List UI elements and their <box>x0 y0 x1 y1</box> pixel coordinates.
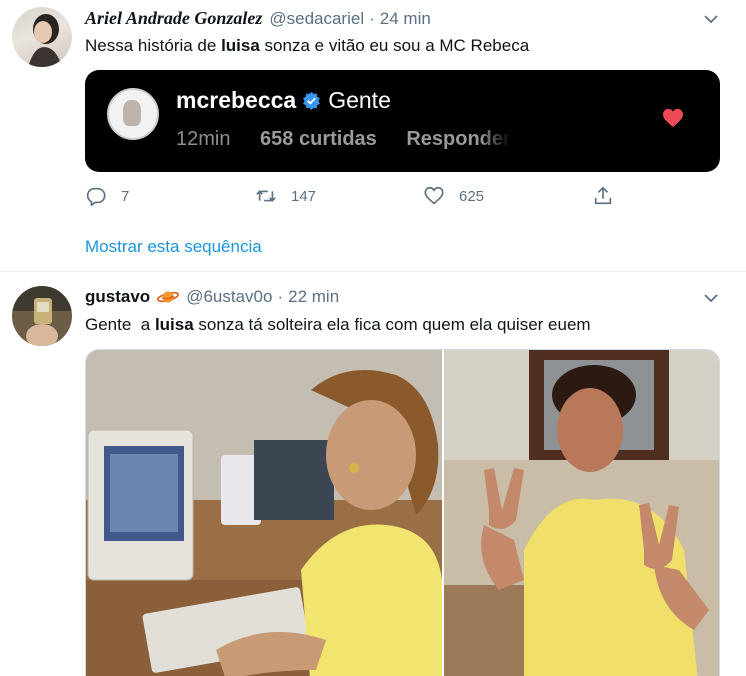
tweet-ariel[interactable]: Ariel Andrade Gonzalez @sedacariel · 24 … <box>0 0 746 272</box>
comment-username: mcrebecca <box>176 87 297 113</box>
comment-reply: Responder <box>406 128 511 150</box>
avatar[interactable] <box>12 7 72 67</box>
comment-time: 12min <box>176 128 231 150</box>
media-photo-left[interactable] <box>86 350 442 676</box>
handle[interactable]: @sedacariel <box>269 9 364 29</box>
share-button[interactable] <box>592 185 628 207</box>
search-highlight: luisa <box>221 36 260 55</box>
comment-likes: 658 curtidas <box>260 128 377 150</box>
chevron-down-icon[interactable] <box>702 289 720 307</box>
avatar[interactable] <box>12 286 72 346</box>
like-button[interactable]: 625 <box>423 185 484 207</box>
retweet-icon <box>256 190 276 202</box>
tweet-text: Nessa história de luisa sonza e vitão eu… <box>85 36 529 56</box>
like-count: 625 <box>459 187 485 205</box>
tweet-text-part: sonza tá solteira ela fica com quem ela … <box>193 315 591 334</box>
timestamp[interactable]: 24 min <box>380 9 431 29</box>
retweet-count: 147 <box>291 187 317 205</box>
comment-text: Gente <box>328 87 391 113</box>
display-name[interactable]: gustavo <box>85 287 150 307</box>
timestamp[interactable]: 22 min <box>288 287 339 307</box>
search-highlight: luisa <box>154 315 194 334</box>
reply-count: 7 <box>121 187 130 205</box>
retweet-button[interactable]: 147 <box>255 185 316 207</box>
share-icon <box>594 186 612 205</box>
display-name[interactable]: Ariel Andrade Gonzalez <box>85 8 262 29</box>
chevron-down-icon[interactable] <box>702 10 720 28</box>
embedded-comment-image[interactable]: mcrebecca Gente 12min 658 curtidas Respo… <box>85 70 720 172</box>
tweet-header: gustavo @6ustav0o · 22 min <box>85 287 339 307</box>
heart-icon <box>424 186 444 205</box>
tweet-text-part: Gente a <box>85 315 155 334</box>
show-thread-link[interactable]: Mostrar esta sequência <box>85 237 262 257</box>
comment-meta: 12min 658 curtidas Responder <box>176 128 535 151</box>
comment-header: mcrebecca Gente <box>176 87 391 114</box>
separator-dot: · <box>277 287 284 306</box>
tweet-text-part: Nessa história de <box>85 36 222 55</box>
planet-emoji-icon <box>157 291 180 303</box>
handle[interactable]: @6ustav0o <box>186 287 272 307</box>
tweet-media[interactable] <box>85 349 720 676</box>
separator-dot: · <box>369 8 375 28</box>
comment-avatar <box>107 88 159 140</box>
reply-button[interactable]: 7 <box>85 185 129 207</box>
tweet-text-part: sonza e vitão eu sou a MC Rebeca <box>259 36 530 55</box>
reply-icon <box>86 187 106 206</box>
verified-badge-icon <box>303 91 321 110</box>
tweet-header: Ariel Andrade Gonzalez @sedacariel · 24 … <box>85 8 431 29</box>
photo-woman-at-computer <box>86 350 442 676</box>
avatar-photo <box>28 14 62 67</box>
photo-woman-peace-sign <box>444 350 719 676</box>
tweet-text: Gente a luisa sonza tá solteira ela fica… <box>85 315 591 335</box>
avatar-photo <box>12 286 72 346</box>
heart-filled-icon <box>663 108 683 128</box>
tweet-actions: 7 147 625 <box>85 185 625 211</box>
media-photo-right[interactable] <box>444 350 719 676</box>
